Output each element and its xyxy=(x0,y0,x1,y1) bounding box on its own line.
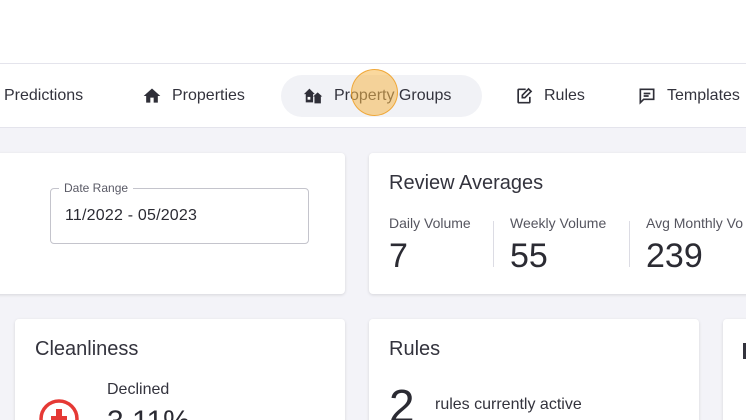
nav-tab-label: Properties xyxy=(172,87,245,104)
nav-tab-properties[interactable]: Properties xyxy=(141,75,245,117)
edit-document-icon xyxy=(513,85,535,107)
divider xyxy=(629,221,630,267)
date-range-label: Date Range xyxy=(59,181,134,195)
stat-label: Daily Volume xyxy=(389,215,471,231)
card-title: Cleanliness xyxy=(35,338,139,360)
stat-value: 55 xyxy=(510,237,548,275)
nav-tab-label: Property Groups xyxy=(334,87,452,104)
rules-count: 2 xyxy=(389,380,415,420)
divider xyxy=(493,221,494,267)
nav-tab-templates[interactable]: Templates xyxy=(636,75,740,117)
top-bar xyxy=(0,0,746,64)
cleanliness-card: Cleanliness Declined 3.11% xyxy=(15,319,345,420)
card-title: Rules xyxy=(389,338,441,360)
cleanliness-status: Declined xyxy=(107,381,170,398)
stat-weekly-volume: Weekly Volume 55 xyxy=(510,215,606,276)
stat-label: Avg Monthly Vo xyxy=(646,215,744,231)
partial-card xyxy=(723,319,746,420)
stat-daily-volume: Daily Volume 7 xyxy=(389,215,471,276)
cleanliness-value: 3.11% xyxy=(107,405,190,420)
stat-value: 239 xyxy=(646,237,703,275)
date-range-card: Date Range 11/2022 - 05/2023 xyxy=(0,153,345,294)
property-groups-icon xyxy=(303,85,325,107)
message-icon xyxy=(636,85,658,107)
rules-card: Rules 2 rules currently active xyxy=(369,319,699,420)
stat-avg-monthly-volume: Avg Monthly Vo 239 xyxy=(646,215,743,276)
rules-description: rules currently active xyxy=(435,396,582,413)
nav-tab-rules[interactable]: Rules xyxy=(513,75,585,117)
nav-tab-label: Templates xyxy=(667,87,740,104)
date-range-value: 11/2022 - 05/2023 xyxy=(65,207,198,224)
nav-tab-label: Predictions xyxy=(4,87,84,104)
nav-tab-label: Rules xyxy=(544,87,585,104)
main-nav: Predictions Properties Property Groups R… xyxy=(0,64,746,128)
nav-tab-predictions[interactable]: Predictions xyxy=(4,75,83,117)
home-icon xyxy=(141,85,163,107)
date-range-field[interactable]: Date Range 11/2022 - 05/2023 xyxy=(50,181,309,244)
card-title: Review Averages xyxy=(389,172,544,194)
stat-label: Weekly Volume xyxy=(510,215,607,231)
declined-alert-icon xyxy=(37,397,81,420)
nav-tab-property-groups[interactable]: Property Groups xyxy=(281,75,482,117)
review-averages-card: Review Averages Daily Volume 7 Weekly Vo… xyxy=(369,153,746,294)
stat-value: 7 xyxy=(389,237,408,275)
